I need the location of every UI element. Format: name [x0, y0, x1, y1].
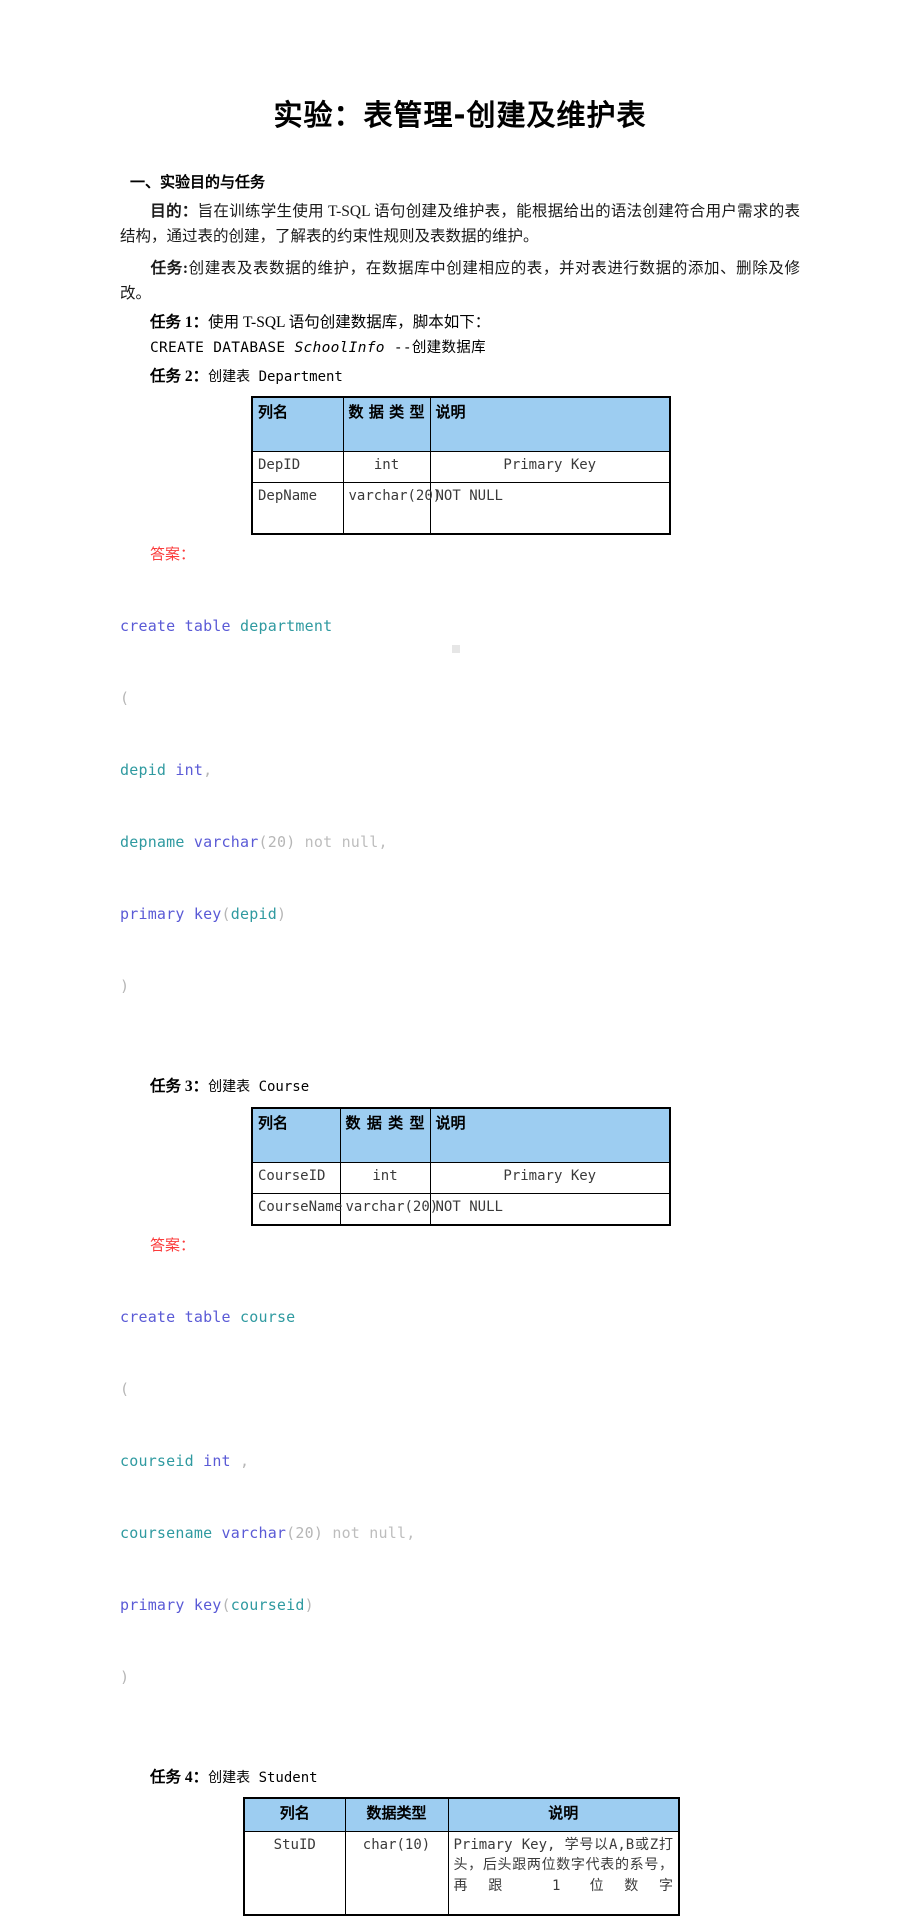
task-1-line: 任务 1：使用 T-SQL 语句创建数据库，脚本如下：: [120, 306, 800, 335]
cell-description: Primary Key: [429, 451, 671, 484]
answer-label-department: 答案：: [150, 545, 196, 564]
code-line: primary key(depid): [120, 905, 287, 924]
task-4-line: 任务 4：创建表 Student: [120, 1761, 800, 1790]
code-line: ): [120, 977, 130, 996]
cell-description: Primary Key, 学号以A,B或Z打头，后头跟两位数字代表的系号，再跟 …: [447, 1830, 680, 1916]
document-page: 实验：表管理-创建及维护表 一、实验目的与任务 目的：旨在训练学生使用 T-SQ…: [0, 0, 920, 1916]
task-4-text: 创建表 Student: [208, 1769, 318, 1786]
cell-datatype: varchar(20): [339, 1192, 438, 1226]
table-row: CourseID int Primary Key: [251, 1161, 671, 1194]
column-header-description-text: 说明: [548, 1803, 579, 1822]
purpose-paragraph: 目的：旨在训练学生使用 T-SQL 语句创建及维护表，能根据给出的语法创建符合用…: [120, 193, 800, 249]
task-3-text: 创建表 Course: [208, 1079, 310, 1096]
column-header-name-text: 列名: [258, 1113, 289, 1132]
code-line: primary key(courseid): [120, 1595, 314, 1614]
column-header-description-text: 说明: [435, 403, 466, 422]
cell-description: NOT NULL: [429, 482, 671, 535]
task-intro-label: 任务:: [150, 259, 188, 277]
table-header-row: 列名 数据类型 说明: [251, 396, 671, 453]
column-header-datatype: 数据类型: [342, 396, 431, 453]
table-row: CourseName varchar(20) NOT NULL: [251, 1192, 671, 1226]
department-spec-table: 列名 数据类型 说明 DepID int Primary Key DepName…: [251, 396, 671, 536]
task-intro-text: 创建表及表数据的维护，在数据库中创建相应的表，并对表进行数据的添加、删除及修改。: [120, 259, 800, 302]
task-2-line: 任务 2：创建表 Department: [120, 360, 800, 389]
column-header-description: 说明: [447, 1797, 680, 1832]
code-line: depname varchar(20) not null,: [120, 833, 388, 852]
column-header-datatype: 数据类型: [339, 1107, 431, 1163]
answer-label-course: 答案：: [150, 1235, 196, 1254]
cell-description: NOT NULL: [429, 1192, 671, 1226]
department-code-block: create table department ( depid int, dep…: [120, 564, 800, 1046]
code-line: courseid int ,: [120, 1451, 250, 1470]
course-spec-table: 列名 数据类型 说明 CourseID int Primary Key Cour…: [251, 1106, 671, 1226]
student-table-wrapper: 列名 数据类型 说明 StuID char(10) Primary Key, 学…: [120, 1790, 800, 1916]
gray-artifact-mark: [452, 645, 460, 653]
table-row: StuID char(10) Primary Key, 学号以A,B或Z打头，后…: [243, 1830, 680, 1916]
table-header-row: 列名 数据类型 说明: [243, 1797, 680, 1832]
code-line: (: [120, 1379, 130, 1398]
course-code-block: create table course ( courseid int , cou…: [120, 1255, 800, 1737]
code-line: ): [120, 1667, 130, 1686]
purpose-label: 目的：: [150, 203, 198, 221]
page-title: 实验：表管理-创建及维护表: [273, 98, 647, 132]
section-heading: 一、实验目的与任务: [130, 172, 266, 191]
code-line: create table course: [120, 1307, 296, 1326]
column-header-datatype: 数据类型: [344, 1797, 449, 1832]
cell-column-name: CourseID: [251, 1161, 341, 1194]
course-table-wrapper: 列名 数据类型 说明 CourseID int Primary Key Cour…: [120, 1100, 800, 1226]
create-database-script: CREATE DATABASE SchoolInfo --创建数据库: [120, 335, 800, 360]
task-2-label: 任务 2：: [150, 368, 209, 386]
cell-datatype: int: [342, 451, 431, 484]
code-line: coursename varchar(20) not null,: [120, 1523, 416, 1542]
code-line: (: [120, 689, 130, 708]
column-header-name: 列名: [251, 396, 344, 453]
task-intro-paragraph: 任务:创建表及表数据的维护，在数据库中创建相应的表，并对表进行数据的添加、删除及…: [120, 250, 800, 306]
cell-column-name: StuID: [243, 1830, 346, 1916]
cell-description: Primary Key: [429, 1161, 671, 1194]
column-header-datatype-text: 数据类型: [366, 1803, 427, 1822]
task-4-label: 任务 4：: [150, 1768, 209, 1786]
column-header-description-text: 说明: [435, 1113, 466, 1132]
cell-column-name: DepID: [251, 451, 344, 484]
department-table-wrapper: 列名 数据类型 说明 DepID int Primary Key DepName…: [120, 389, 800, 536]
create-database-comment: --创建数据库: [384, 339, 486, 356]
cell-column-name: DepName: [251, 482, 344, 535]
column-header-datatype-text: 数据类型: [348, 403, 425, 422]
cell-datatype: char(10): [344, 1830, 449, 1916]
column-header-name: 列名: [243, 1797, 346, 1832]
code-line: create table department: [120, 617, 333, 636]
task-3-line: 任务 3：创建表 Course: [120, 1070, 800, 1099]
code-line: depid int,: [120, 761, 213, 780]
column-header-name-text: 列名: [258, 403, 289, 422]
task-1-label: 任务 1：: [150, 313, 209, 331]
cell-datatype: varchar(20): [342, 482, 441, 535]
table-row: DepName varchar(20) NOT NULL: [251, 482, 671, 535]
cell-column-name: CourseName: [251, 1192, 342, 1226]
create-database-prefix: CREATE DATABASE: [150, 339, 295, 356]
database-name: SchoolInfo: [294, 339, 385, 356]
table-row: DepID int Primary Key: [251, 451, 671, 484]
column-header-description: 说明: [429, 396, 671, 453]
purpose-text: 旨在训练学生使用 T-SQL 语句创建及维护表，能根据给出的语法创建符合用户需求…: [120, 203, 800, 246]
table-header-row: 列名 数据类型 说明: [251, 1107, 671, 1163]
cell-datatype: int: [339, 1161, 431, 1194]
column-header-description: 说明: [429, 1107, 671, 1163]
task-3-label: 任务 3：: [150, 1078, 209, 1096]
student-spec-table: 列名 数据类型 说明 StuID char(10) Primary Key, 学…: [243, 1796, 680, 1916]
column-header-name: 列名: [251, 1107, 341, 1163]
task-2-text: 创建表 Department: [208, 369, 343, 386]
column-header-datatype-text: 数据类型: [345, 1113, 425, 1132]
column-header-name-text: 列名: [279, 1803, 310, 1822]
task-1-text: 使用 T-SQL 语句创建数据库，脚本如下：: [208, 313, 491, 331]
